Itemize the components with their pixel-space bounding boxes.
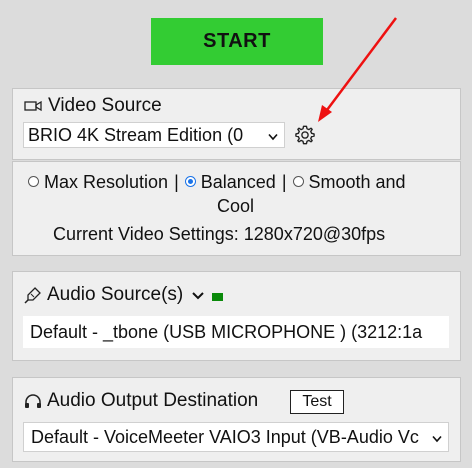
chevron-down-icon[interactable] xyxy=(192,287,204,305)
headphones-icon xyxy=(24,393,42,409)
radio-balanced[interactable] xyxy=(184,176,196,187)
radio-max-resolution[interactable] xyxy=(28,176,39,187)
start-button[interactable]: START xyxy=(151,18,323,65)
option-smooth-and-cool-line2: Cool xyxy=(217,196,255,216)
test-button[interactable]: Test xyxy=(290,390,344,414)
video-device-value: BRIO 4K Stream Edition (0 xyxy=(28,124,244,145)
audio-source-list[interactable]: Default - _tbone (USB MICROPHONE ) (3212… xyxy=(23,316,449,348)
annotation-arrow xyxy=(318,17,397,122)
quality-options-row: Max Resolution | Balanced | Smooth and xyxy=(28,172,406,193)
audio-device-value: Default - _tbone (USB MICROPHONE ) (3212… xyxy=(30,321,423,342)
microphone-icon xyxy=(24,286,42,304)
audio-output-value: Default - VoiceMeeter VAIO3 Input (VB-Au… xyxy=(31,426,419,447)
option-balanced: Balanced xyxy=(200,172,276,192)
audio-output-header: Audio Output Destination xyxy=(24,390,258,412)
audio-output-title: Audio Output Destination xyxy=(47,390,259,411)
audio-level-indicator xyxy=(212,292,224,301)
current-video-settings: Current Video Settings: 1280x720@30fps xyxy=(53,224,386,244)
audio-source-title: Audio Source(s) xyxy=(47,284,184,305)
option-smooth-and-cool-line1: Smooth and xyxy=(308,172,406,192)
option-separator: | xyxy=(281,172,287,192)
chevron-down-icon xyxy=(268,125,278,146)
option-separator: | xyxy=(174,172,179,192)
option-smooth-and-cool-line2-row: Cool xyxy=(217,196,254,217)
video-camera-icon xyxy=(24,99,42,113)
video-source-header: Video Source xyxy=(24,95,162,117)
current-settings-row: Current Video Settings: 1280x720@30fps xyxy=(53,224,385,245)
audio-output-select[interactable]: Default - VoiceMeeter VAIO3 Input (VB-Au… xyxy=(23,422,449,452)
video-source-title: Video Source xyxy=(48,95,162,116)
option-max-resolution: Max Resolution xyxy=(44,172,169,192)
chevron-down-icon xyxy=(432,427,442,448)
audio-source-header: Audio Source(s) xyxy=(24,284,224,306)
video-device-select[interactable]: BRIO 4K Stream Edition (0 xyxy=(23,122,285,148)
radio-smooth-and-cool[interactable] xyxy=(292,176,304,187)
